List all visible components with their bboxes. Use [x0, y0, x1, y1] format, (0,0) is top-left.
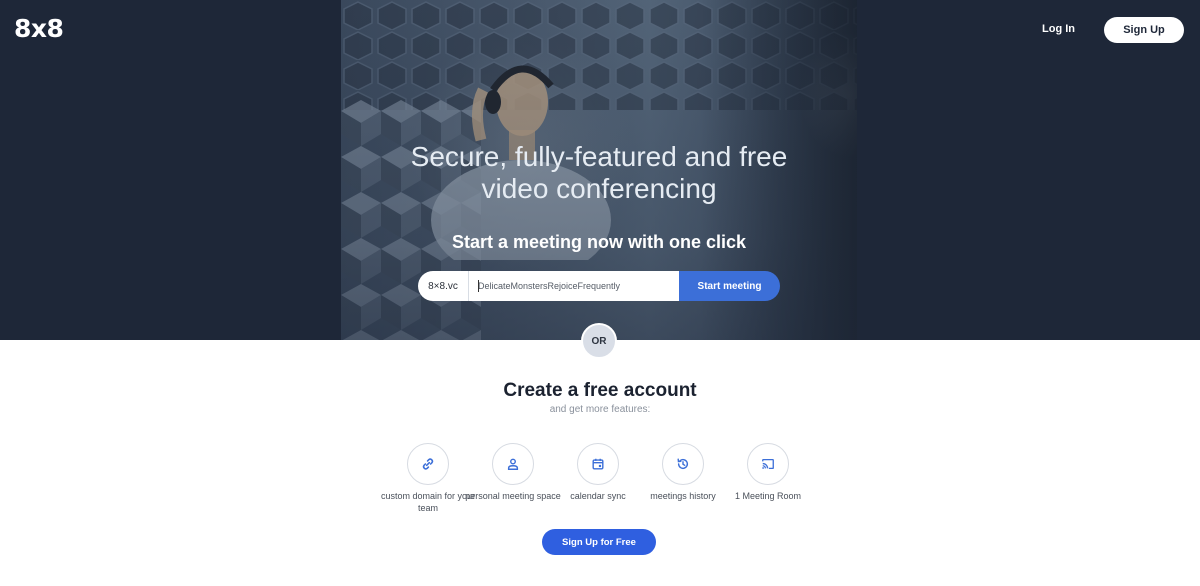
start-meeting-form: 8×8.vc Start meeting — [418, 271, 780, 301]
signup-button[interactable]: Sign Up — [1104, 17, 1184, 43]
hero-section: 8x8 Log In Sign Up Secure, fully-feature… — [0, 0, 1200, 340]
cast-icon — [762, 458, 774, 470]
domain-prefix: 8×8.vc — [418, 271, 469, 301]
login-link[interactable]: Log In — [1036, 23, 1081, 35]
person-icon — [507, 458, 519, 470]
hero-headline: Secure, fully-featured and free video co… — [340, 141, 858, 205]
room-name-input[interactable] — [469, 271, 679, 301]
feature-meeting-room: 1 Meeting Room — [718, 443, 818, 502]
hero-headline-line2: video conferencing — [481, 173, 717, 204]
hero-subheadline: Start a meeting now with one click — [451, 232, 747, 252]
hero-headline-line1: Secure, fully-featured and free — [410, 141, 788, 172]
history-icon — [677, 458, 689, 470]
create-account-title: Create a free account — [503, 380, 697, 401]
calendar-icon — [592, 458, 604, 470]
text-cursor — [478, 280, 479, 292]
signup-for-free-button[interactable]: Sign Up for Free — [542, 529, 656, 555]
create-account-subtitle: and get more features: — [549, 404, 651, 415]
brand-logo[interactable]: 8x8 — [14, 14, 64, 43]
link-icon — [422, 458, 434, 470]
or-divider-badge: OR — [581, 323, 617, 359]
start-meeting-button[interactable]: Start meeting — [679, 271, 780, 301]
feature-icon-circle — [662, 443, 704, 485]
feature-label: 1 Meeting Room — [734, 491, 802, 501]
feature-icon-circle — [407, 443, 449, 485]
feature-icon-circle — [577, 443, 619, 485]
feature-icon-circle — [747, 443, 789, 485]
feature-icon-circle — [492, 443, 534, 485]
